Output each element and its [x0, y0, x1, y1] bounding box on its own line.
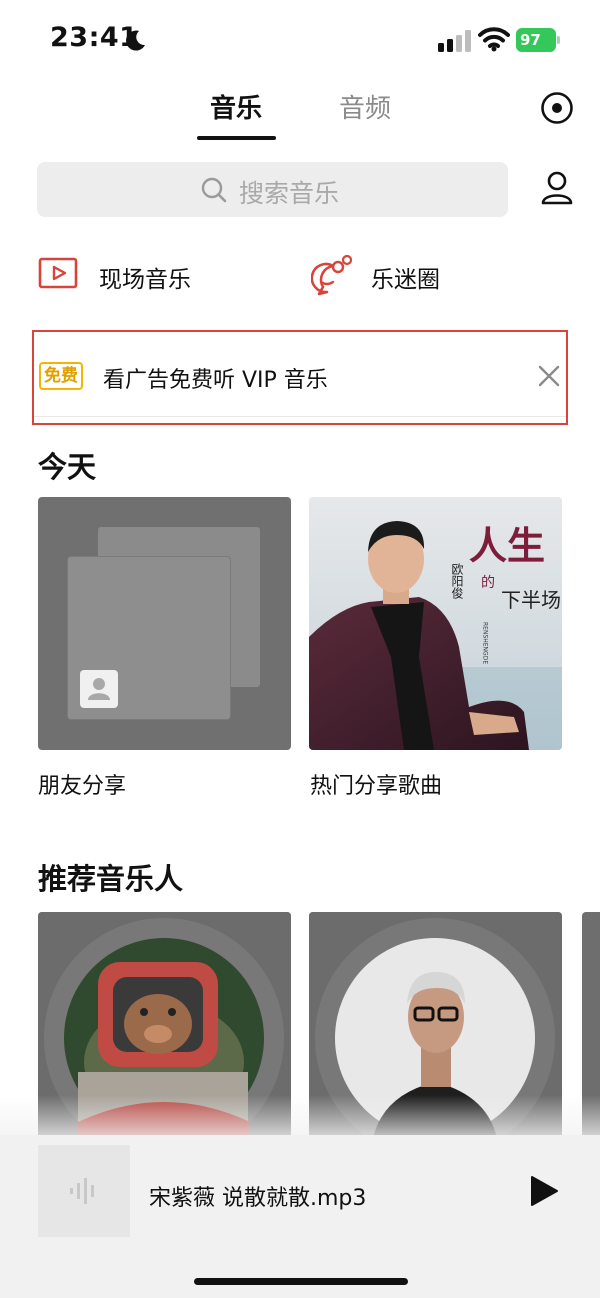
home-indicator: [194, 1278, 408, 1285]
search-input[interactable]: 搜索音乐: [37, 162, 508, 217]
player-track-title: 宋紫薇 说散就散.mp3: [149, 1186, 367, 1211]
mini-player[interactable]: 宋紫薇 说散就散.mp3: [0, 1135, 600, 1298]
ad-text: 看广告免费听 VIP 音乐: [103, 368, 328, 393]
friends-share-label: 朋友分享: [38, 774, 127, 799]
search-placeholder: 搜索音乐: [239, 179, 340, 208]
player-thumbnail: [38, 1145, 130, 1237]
album-cover-image: 人生 的 下半场 欧阳俊 RENSHENGDE: [309, 497, 562, 750]
recognize-music-icon[interactable]: [540, 91, 574, 125]
battery-indicator: 97: [516, 28, 560, 52]
cover-artist: 欧阳俊: [450, 563, 464, 599]
play-icon[interactable]: [529, 1175, 559, 1207]
battery-tip: [557, 36, 560, 44]
battery-level: 97: [516, 28, 556, 52]
divider: [34, 416, 566, 417]
close-icon[interactable]: [538, 365, 560, 387]
hot-songs-label: 热门分享歌曲: [310, 774, 443, 799]
shortcut-fan-circle[interactable]: 乐迷圈: [371, 260, 440, 294]
cover-title-second: 下半场: [501, 588, 561, 612]
moon-icon: [126, 30, 145, 51]
live-video-icon[interactable]: [38, 255, 80, 295]
free-badge: 免费: [39, 362, 83, 390]
cover-pinyin: RENSHENGDE: [482, 622, 489, 664]
section-title-recommended: 推荐音乐人: [38, 862, 184, 896]
cellular-signal-icon: [438, 30, 471, 52]
search-icon: [201, 177, 227, 203]
audio-wave-icon: [70, 1178, 94, 1204]
vip-ad-banner[interactable]: 免费 看广告免费听 VIP 音乐: [32, 330, 568, 425]
section-title-today: 今天: [38, 450, 97, 484]
chat-bubbles-icon[interactable]: [311, 254, 355, 296]
player-fade: [0, 1095, 600, 1140]
status-bar: 23:41 97: [0, 0, 600, 80]
avatar-placeholder-icon: [80, 670, 118, 708]
wifi-icon: [478, 27, 510, 52]
friends-share-card[interactable]: [38, 497, 291, 750]
user-profile-icon[interactable]: [540, 170, 574, 206]
shortcut-live-music[interactable]: 现场音乐: [99, 260, 191, 294]
cover-title-de: 的: [481, 575, 495, 591]
tab-audio[interactable]: 音频: [339, 88, 391, 125]
hot-songs-card[interactable]: 人生 的 下半场 欧阳俊 RENSHENGDE: [309, 497, 562, 750]
tab-music[interactable]: 音乐: [210, 88, 262, 125]
active-tab-indicator: [197, 136, 276, 140]
cover-title-main: 人生: [469, 523, 545, 568]
